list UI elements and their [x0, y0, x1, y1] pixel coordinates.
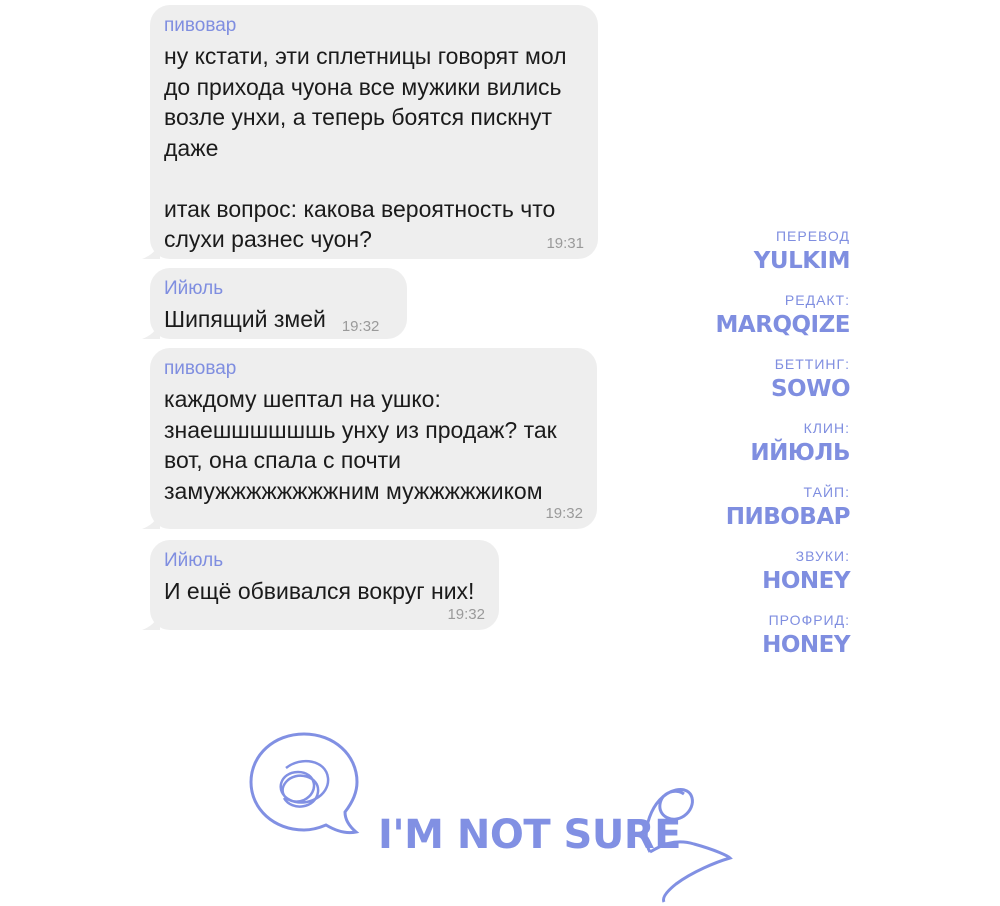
credit-name: ИЙЮЛЬ	[750, 440, 850, 466]
message-text: каждому шептал на ушко: знаешшшшшшь унху…	[164, 386, 557, 504]
credit-translation: ПЕРЕВОД YULKIM	[716, 226, 851, 276]
credit-clean: КЛИН: ИЙЮЛЬ	[716, 418, 850, 468]
message-text: ну кстати, эти сплетницы говорят мол до …	[164, 43, 567, 252]
credit-role: ЗВУКИ:	[795, 548, 850, 564]
message-bubble[interactable]: Ийюль Шипящий змей 19:32	[142, 268, 407, 339]
message-sender: Ийюль	[164, 278, 224, 299]
message-sender: пивовар	[164, 15, 237, 36]
message-text: Шипящий змей	[164, 306, 326, 332]
credit-proofread: ПРОФРИД: HONEY	[716, 610, 850, 660]
chat-log: пивовар ну кстати, эти сплетницы говорят…	[0, 0, 640, 640]
credit-betting: БЕТТИНГ: SOWO	[716, 354, 851, 404]
snake-swirl-icon	[644, 788, 733, 903]
credit-name: SOWO	[770, 376, 851, 402]
message-time: 19:32	[447, 606, 485, 623]
credit-role: ПЕРЕВОД	[775, 228, 850, 244]
message-sender: Ийюль	[164, 550, 224, 571]
credits-list: ПЕРЕВОД YULKIM РЕДАКТ: MARQQIZE БЕТТИНГ:…	[715, 226, 851, 674]
message-time: 19:32	[341, 318, 380, 335]
credit-name: HONEY	[762, 632, 850, 658]
bubble-tail-icon	[142, 243, 160, 259]
credit-name: MARQQIZE	[715, 312, 851, 338]
credit-role: РЕДАКТ:	[784, 292, 850, 308]
bubble-tail-icon	[142, 513, 160, 529]
credit-name: ПИВОВАР	[725, 504, 851, 530]
credit-name: HONEY	[762, 568, 850, 594]
credit-role: ПРОФРИД:	[768, 612, 850, 628]
credit-editing: РЕДАКТ: MARQQIZE	[715, 290, 851, 340]
message-time: 19:31	[546, 235, 584, 252]
message-text-row: Шипящий змей 19:32	[164, 304, 393, 343]
bubble-tail-icon	[142, 614, 160, 630]
message-bubble[interactable]: Ийюль И ещё обвивался вокруг них! 19:32	[142, 540, 499, 630]
credit-typeset: ТАЙП: ПИВОВАР	[716, 482, 851, 532]
speech-bubble-scribble-icon	[249, 732, 360, 835]
message-bubble[interactable]: пивовар каждому шептал на ушко: знаешшшш…	[142, 348, 597, 529]
message-text: И ещё обвивался вокруг них!	[164, 578, 475, 604]
credit-role: КЛИН:	[803, 420, 850, 436]
message-bubble[interactable]: пивовар ну кстати, эти сплетницы говорят…	[142, 5, 598, 259]
bubble-tail-icon	[142, 323, 160, 339]
message-sender: пивовар	[164, 358, 237, 379]
message-time: 19:32	[545, 505, 583, 522]
credit-role: БЕТТИНГ:	[774, 356, 850, 372]
credit-sounds: ЗВУКИ: HONEY	[716, 546, 850, 596]
credit-name: YULKIM	[753, 248, 851, 274]
credit-role: ТАЙП:	[803, 484, 850, 500]
